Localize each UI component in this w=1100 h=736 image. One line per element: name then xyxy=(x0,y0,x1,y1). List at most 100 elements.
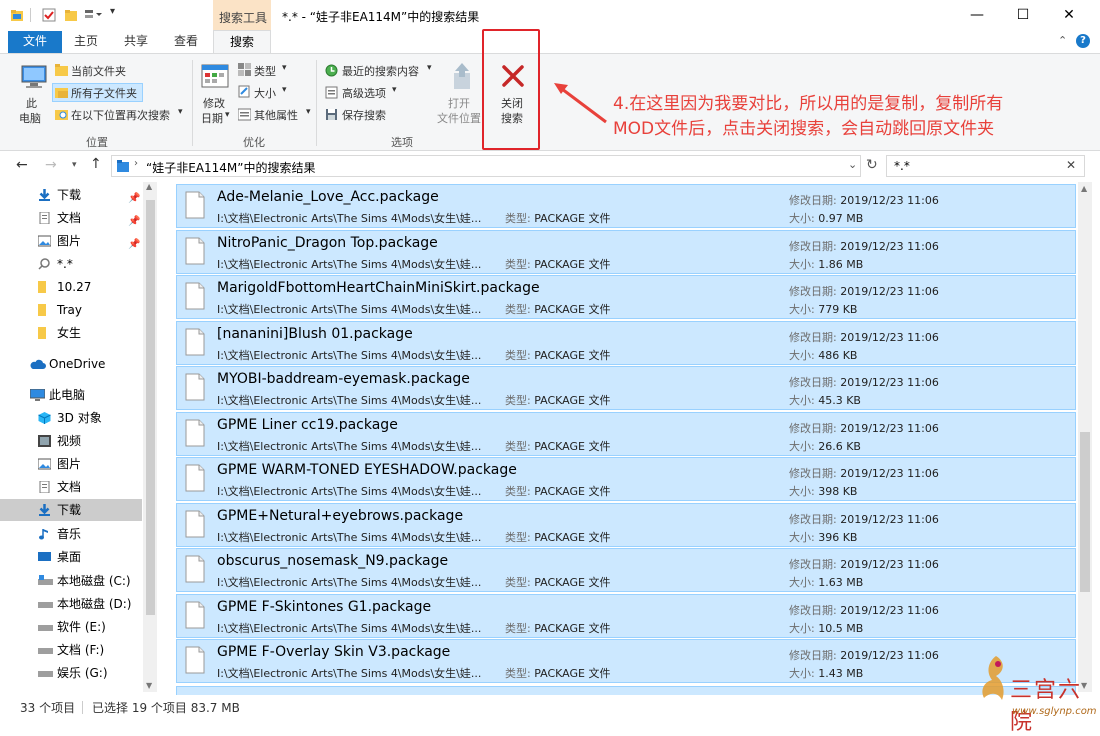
nav-item-1027[interactable]: 10.27 xyxy=(0,276,142,298)
file-name[interactable]: GPME+Netural+eyebrows.package xyxy=(217,508,463,524)
file-name[interactable]: GPME F-Overlay Skin V3.package xyxy=(217,644,450,660)
nav-item-disk-f[interactable]: 文档 (F:) xyxy=(0,639,142,661)
file-name[interactable]: MarigoldFbottomHeartChainMiniSkirt.packa… xyxy=(217,280,540,296)
new-folder-icon[interactable] xyxy=(64,8,78,22)
type-filter-button[interactable]: 类型 xyxy=(254,63,276,79)
file-name[interactable]: obscurus_nosemask_N9.package xyxy=(217,553,448,569)
file-row[interactable]: GPME F-Overlay Skin V3.package I:\文档\Elec… xyxy=(176,639,1076,683)
minimize-button[interactable]: — xyxy=(954,0,1000,31)
size-filter-button[interactable]: 大小 xyxy=(254,85,276,101)
tab-search[interactable]: 搜索 xyxy=(213,30,271,54)
address-bar[interactable]: › “娃子非EA114M”中的搜索结果 ⌄ xyxy=(111,155,861,177)
current-folder-button[interactable]: 当前文件夹 xyxy=(71,63,126,79)
nav-item-disk-d[interactable]: 本地磁盘 (D:) xyxy=(0,593,142,615)
back-icon[interactable]: ← xyxy=(16,157,28,173)
search-input-value[interactable]: *.* xyxy=(894,159,910,173)
file-row[interactable]: GPME+Netural+eyebrows.package I:\文档\Elect… xyxy=(176,502,1076,547)
tab-view[interactable]: 查看 xyxy=(164,31,208,53)
nav-item-disk-c[interactable]: 本地磁盘 (C:) xyxy=(0,570,142,592)
layout-menu-icon[interactable] xyxy=(84,8,104,22)
nav-scrollbar-thumb[interactable] xyxy=(146,200,155,615)
nav-item-tray[interactable]: Tray xyxy=(0,299,142,321)
search-again-dropdown-icon[interactable]: ▾ xyxy=(178,107,183,117)
tab-home[interactable]: 主页 xyxy=(66,31,106,53)
save-search-button[interactable]: 保存搜索 xyxy=(342,107,386,123)
help-icon[interactable]: ? xyxy=(1076,34,1090,48)
breadcrumb-chevron-icon[interactable]: › xyxy=(134,158,138,169)
file-row[interactable]: NitroPanic_Dragon Top.package I:\文档\Elect… xyxy=(176,229,1076,274)
nav-item-3d-objects[interactable]: 3D 对象 xyxy=(0,407,142,429)
type-dropdown-icon[interactable]: ▾ xyxy=(282,63,287,73)
file-name[interactable]: GPME Liner cc19.package xyxy=(217,417,398,433)
this-pc-button-label1[interactable]: 此 xyxy=(26,95,37,111)
search-again-button[interactable]: 在以下位置再次搜索 xyxy=(71,107,170,123)
clear-search-icon[interactable]: ✕ xyxy=(1066,158,1076,172)
file-row[interactable]: MYOBI-baddream-eyemask.package I:\文档\Elec… xyxy=(176,366,1076,410)
open-file-location-icon[interactable] xyxy=(450,61,474,91)
collapse-ribbon-icon[interactable]: ⌃ xyxy=(1058,34,1067,47)
file-row[interactable]: [nananini]Blush 01.package I:\文档\Electron… xyxy=(176,320,1076,365)
qat-dropdown-icon[interactable]: ▾ xyxy=(110,6,115,17)
nav-item-documents[interactable]: 文档 xyxy=(0,476,142,498)
file-row[interactable]: GPME F-Skintones G1.package I:\文档\Electro… xyxy=(176,593,1076,638)
address-path[interactable]: “娃子非EA114M”中的搜索结果 xyxy=(146,159,315,176)
nav-item-documents-pinned[interactable]: 文档 📌 xyxy=(0,207,142,229)
file-name[interactable]: GPME WARM-TONED EYESHADOW.package xyxy=(217,462,517,478)
file-name[interactable]: NitroPanic_Dragon Top.package xyxy=(217,235,438,251)
file-name[interactable]: [nananini]Blush 01.package xyxy=(217,326,413,342)
file-row[interactable]: Ade-Melanie_Love_Acc.package I:\文档\Electr… xyxy=(176,184,1076,228)
content-scroll-up-icon[interactable]: ▲ xyxy=(1081,184,1087,193)
calendar-icon[interactable] xyxy=(201,63,229,89)
nav-item-pictures-pinned[interactable]: 图片 📌 xyxy=(0,230,142,252)
nav-item-disk-e[interactable]: 软件 (E:) xyxy=(0,616,142,638)
nav-item-this-pc[interactable]: 此电脑 xyxy=(0,384,142,406)
nav-item-music[interactable]: 音乐 xyxy=(0,523,142,545)
search-input[interactable]: *.* ✕ xyxy=(886,155,1085,177)
file-name[interactable]: MYOBI-baddream-eyemask.package xyxy=(217,371,470,387)
recent-searches-dropdown-icon[interactable]: ▾ xyxy=(427,63,432,73)
nav-item-search[interactable]: *.* xyxy=(0,253,142,275)
tab-share[interactable]: 共享 xyxy=(114,31,158,53)
file-name[interactable]: Ade-Melanie_Love_Acc.package xyxy=(217,189,439,205)
forward-icon[interactable]: → xyxy=(45,157,57,173)
file-name[interactable]: GPME F-Skintones G1.package xyxy=(217,599,431,615)
nav-item-onedrive[interactable]: OneDrive xyxy=(0,353,142,375)
date-modified-label2[interactable]: 日期 xyxy=(201,110,223,126)
address-dropdown-icon[interactable]: ⌄ xyxy=(848,158,857,171)
nav-item-disk-g[interactable]: 娱乐 (G:) xyxy=(0,662,142,684)
other-properties-button[interactable]: 其他属性 xyxy=(254,107,298,123)
date-modified-label1[interactable]: 修改 xyxy=(203,95,225,111)
all-subfolders-button[interactable]: 所有子文件夹 xyxy=(71,85,137,101)
partial-row[interactable] xyxy=(176,686,1076,695)
this-pc-button-label2[interactable]: 电脑 xyxy=(19,110,41,126)
nav-item-downloads-pinned[interactable]: 下载 📌 xyxy=(0,184,142,206)
file-row[interactable]: GPME Liner cc19.package I:\文档\Electronic … xyxy=(176,411,1076,456)
nav-scroll-down-icon[interactable]: ▼ xyxy=(146,681,152,690)
tab-file[interactable]: 文件 xyxy=(8,31,62,53)
advanced-options-button[interactable]: 高级选项 xyxy=(342,85,386,101)
size-dropdown-icon[interactable]: ▾ xyxy=(282,85,287,95)
file-row[interactable]: obscurus_nosemask_N9.package I:\文档\Electr… xyxy=(176,548,1076,592)
recent-locations-icon[interactable]: ▾ xyxy=(72,160,77,170)
properties-icon[interactable] xyxy=(42,8,56,22)
content-scrollbar-thumb[interactable] xyxy=(1080,432,1090,592)
advanced-options-dropdown-icon[interactable]: ▾ xyxy=(392,85,397,95)
refresh-icon[interactable]: ↻ xyxy=(866,157,878,173)
file-row[interactable]: MarigoldFbottomHeartChainMiniSkirt.packa… xyxy=(176,275,1076,319)
recent-searches-button[interactable]: 最近的搜索内容 xyxy=(342,63,419,79)
date-modified-dropdown-icon[interactable]: ▾ xyxy=(225,110,230,120)
nav-item-desktop[interactable]: 桌面 xyxy=(0,546,142,568)
other-properties-dropdown-icon[interactable]: ▾ xyxy=(306,107,311,117)
nav-item-videos[interactable]: 视频 xyxy=(0,430,142,452)
computer-icon[interactable] xyxy=(20,63,48,91)
nav-scroll-up-icon[interactable]: ▲ xyxy=(146,182,152,191)
file-row[interactable]: GPME WARM-TONED EYESHADOW.package I:\文档\E… xyxy=(176,457,1076,501)
open-file-location-label1[interactable]: 打开 xyxy=(448,95,470,111)
nav-item-nvsheng[interactable]: 女生 xyxy=(0,322,142,344)
nav-item-downloads[interactable]: 下载 xyxy=(0,499,142,521)
up-icon[interactable]: ↑ xyxy=(90,156,102,172)
open-file-location-label2[interactable]: 文件位置 xyxy=(437,110,481,126)
nav-item-pictures[interactable]: 图片 xyxy=(0,453,142,475)
close-button[interactable]: ✕ xyxy=(1046,0,1092,31)
maximize-button[interactable]: ☐ xyxy=(1000,0,1046,31)
